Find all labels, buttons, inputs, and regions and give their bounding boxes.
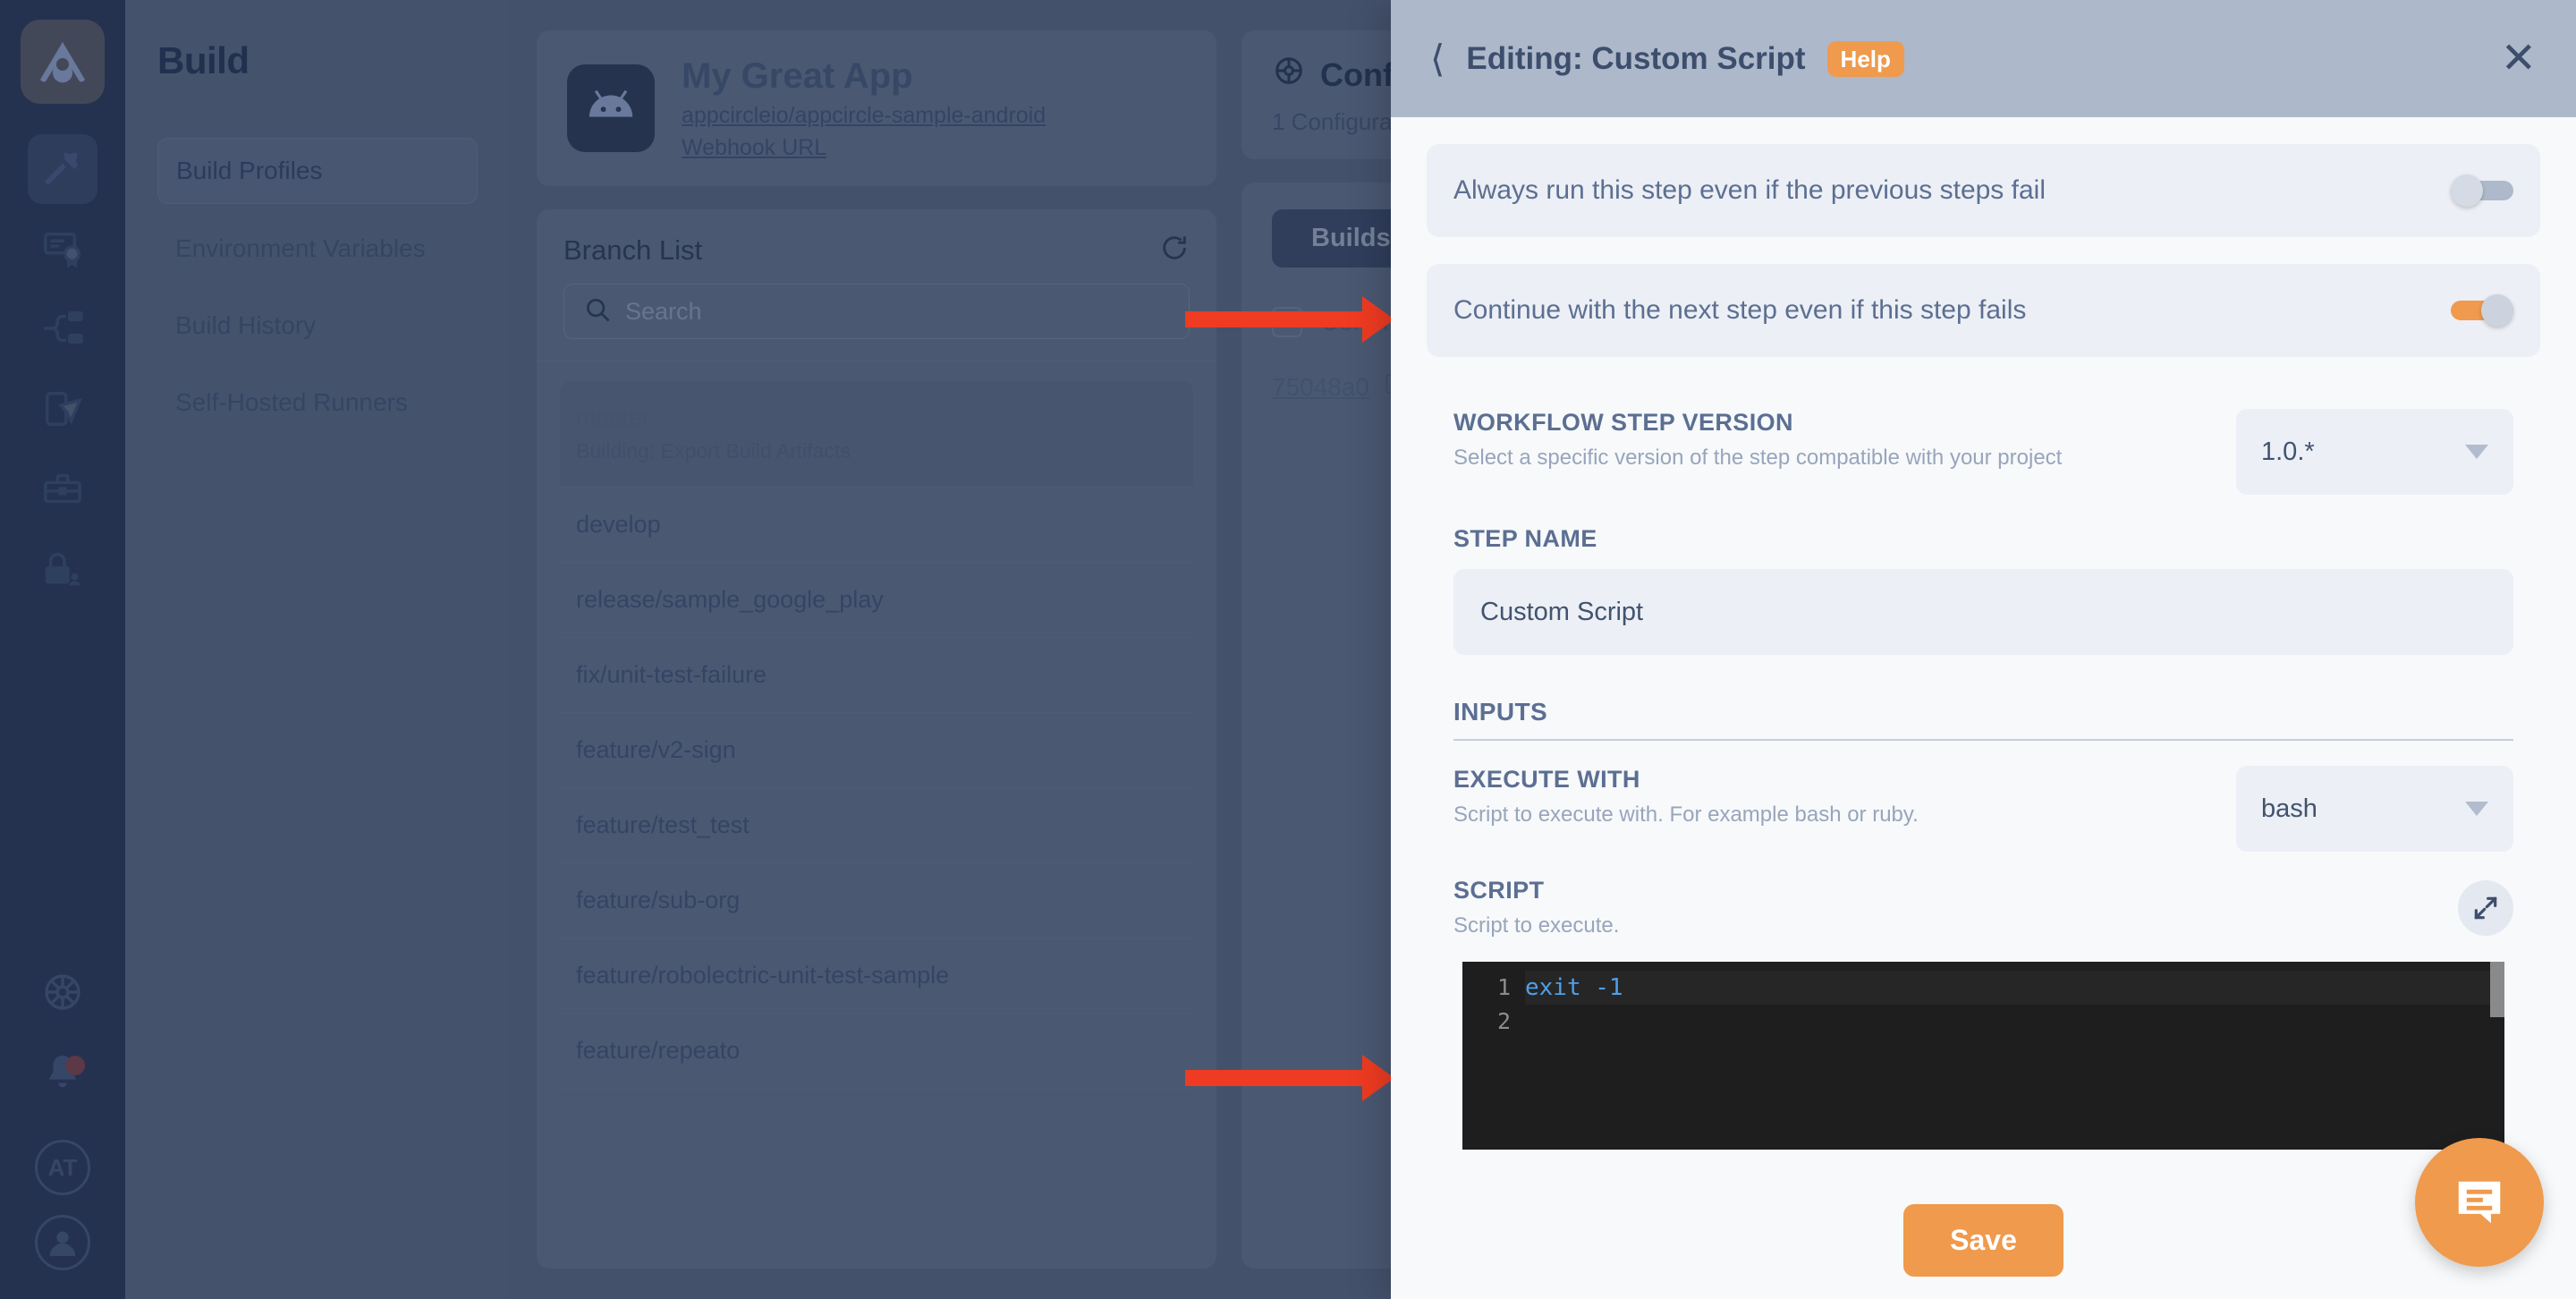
script-label: SCRIPT — [1453, 877, 1545, 904]
always-run-toggle[interactable] — [2451, 174, 2513, 207]
script-row: SCRIPT Script to execute. — [1427, 852, 2540, 938]
execute-with-value: bash — [2261, 794, 2318, 823]
help-badge[interactable]: Help — [1826, 40, 1904, 77]
code-text: exit -1 — [1525, 974, 1623, 1001]
script-desc: Script to execute. — [1453, 913, 1620, 938]
inputs-section-header: INPUTS — [1427, 655, 2540, 726]
feedback-chat-icon[interactable] — [2415, 1138, 2544, 1267]
workflow-step-version-select[interactable]: 1.0.* — [2236, 409, 2513, 495]
chevron-left-icon[interactable]: ⟨ — [1430, 39, 1445, 78]
execute-with-desc: Script to execute with. For example bash… — [1453, 802, 1919, 827]
step-name-input[interactable]: Custom Script — [1453, 569, 2513, 655]
workflow-step-version-row: WORKFLOW STEP VERSION Select a specific … — [1427, 384, 2540, 495]
code-line: exit -1 — [1525, 971, 2504, 1005]
editor-gutter: 1 2 — [1462, 962, 1525, 1150]
screen-root: AT Build Build Profiles Environment Vari… — [0, 0, 2576, 1299]
always-run-label: Always run this step even if the previou… — [1453, 175, 2046, 205]
modal-body: Always run this step even if the previou… — [1391, 117, 2576, 1182]
continue-next-step-row: Continue with the next step even if this… — [1427, 264, 2540, 357]
execute-with-label: EXECUTE WITH — [1453, 766, 1640, 793]
chevron-down-icon — [2465, 802, 2488, 816]
workflow-step-version-label: WORKFLOW STEP VERSION — [1453, 409, 1793, 436]
inputs-header-text: INPUTS — [1453, 698, 1548, 726]
line-number: 2 — [1496, 1008, 1511, 1034]
expand-icon[interactable] — [2458, 879, 2513, 936]
always-run-row: Always run this step even if the previou… — [1427, 144, 2540, 237]
script-code-editor[interactable]: 1 2 exit -1 — [1462, 962, 2504, 1150]
continue-next-step-label: Continue with the next step even if this… — [1453, 295, 2027, 325]
execute-with-row: EXECUTE WITH Script to execute with. For… — [1427, 741, 2540, 852]
editor-code-area[interactable]: exit -1 — [1525, 962, 2504, 1150]
step-name-label: STEP NAME — [1453, 525, 1597, 552]
editor-scrollbar[interactable] — [2490, 962, 2504, 1017]
line-number: 1 — [1496, 974, 1511, 1000]
workflow-step-version-desc: Select a specific version of the step co… — [1453, 446, 2063, 470]
modal-title: Editing: Custom Script — [1466, 40, 1806, 76]
save-button[interactable]: Save — [1903, 1204, 2063, 1277]
close-icon[interactable]: ✕ — [2501, 37, 2537, 81]
annotation-arrow-2 — [1185, 1055, 1394, 1101]
annotation-arrow-1 — [1185, 296, 1394, 343]
chevron-down-icon — [2465, 445, 2488, 459]
workflow-step-version-value: 1.0.* — [2261, 437, 2315, 466]
edit-step-modal: ⟨ Editing: Custom Script Help ✕ Always r… — [1391, 0, 2576, 1299]
continue-next-step-toggle[interactable] — [2451, 294, 2513, 327]
modal-footer: Save — [1391, 1138, 2576, 1299]
modal-header: ⟨ Editing: Custom Script Help ✕ — [1391, 0, 2576, 117]
execute-with-select[interactable]: bash — [2236, 766, 2513, 852]
